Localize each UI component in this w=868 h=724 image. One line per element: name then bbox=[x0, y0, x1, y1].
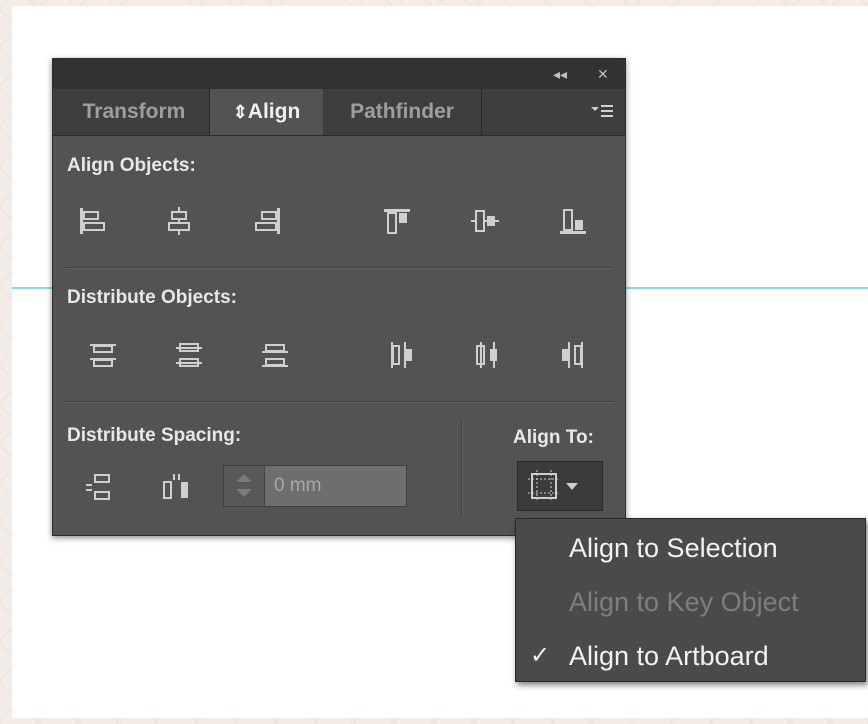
stepper-up-icon[interactable] bbox=[236, 474, 252, 482]
menu-item-align-to-key-object[interactable]: Align to Key Object bbox=[516, 575, 865, 629]
collapse-panel-icon[interactable]: ◂◂ bbox=[553, 65, 567, 83]
horizontal-align-center-icon[interactable] bbox=[157, 199, 201, 243]
align-to-dropdown-menu: Align to Selection Align to Key Object ✓… bbox=[515, 518, 866, 682]
vertical-align-bottom-icon[interactable] bbox=[551, 199, 595, 243]
align-objects-label: Align Objects: bbox=[67, 155, 196, 176]
distribute-objects-label: Distribute Objects: bbox=[67, 287, 237, 308]
align-to-label: Align To: bbox=[513, 427, 594, 448]
tab-align-label: Align bbox=[247, 100, 301, 123]
panel-menu-icon[interactable] bbox=[589, 101, 615, 126]
tab-order-icon: ⇕ bbox=[232, 102, 248, 122]
horizontal-distribute-right-icon[interactable] bbox=[551, 333, 595, 377]
tab-transform-label: Transform bbox=[82, 100, 186, 123]
menu-item-label: Align to Selection bbox=[569, 533, 778, 563]
align-to-button[interactable] bbox=[517, 461, 603, 511]
panel-tab-bar: Transform ⇕Align Pathfinder bbox=[53, 89, 625, 136]
align-to-artboard-icon bbox=[528, 470, 578, 502]
spacing-value-field[interactable]: 0 mm bbox=[223, 465, 407, 507]
menu-item-label: Align to Artboard bbox=[569, 641, 769, 671]
tab-align[interactable]: ⇕Align bbox=[210, 89, 323, 135]
align-panel: ◂◂ ✕ Transform ⇕Align Pathfinder Align O… bbox=[52, 58, 626, 536]
menu-item-align-to-selection[interactable]: Align to Selection bbox=[516, 521, 865, 575]
horizontal-distribute-center-icon[interactable] bbox=[465, 333, 509, 377]
horizontal-distribute-space-icon[interactable] bbox=[153, 465, 197, 509]
menu-item-label: Align to Key Object bbox=[569, 587, 799, 617]
spacing-stepper[interactable] bbox=[224, 466, 265, 506]
vertical-distribute-space-icon[interactable] bbox=[77, 465, 121, 509]
menu-item-align-to-artboard[interactable]: ✓ Align to Artboard bbox=[516, 629, 865, 683]
tab-pathfinder-label: Pathfinder bbox=[350, 100, 454, 123]
checkmark-icon: ✓ bbox=[530, 642, 551, 669]
vertical-align-center-icon[interactable] bbox=[463, 199, 507, 243]
panel-title-bar[interactable]: ◂◂ ✕ bbox=[53, 59, 625, 89]
distribute-spacing-label: Distribute Spacing: bbox=[67, 425, 242, 446]
vertical-distribute-center-icon[interactable] bbox=[167, 333, 211, 377]
horizontal-distribute-left-icon[interactable] bbox=[379, 333, 423, 377]
stepper-down-icon[interactable] bbox=[236, 489, 252, 497]
section-vertical-divider bbox=[461, 419, 463, 517]
horizontal-align-right-icon[interactable] bbox=[247, 199, 291, 243]
vertical-distribute-bottom-icon[interactable] bbox=[253, 333, 297, 377]
vertical-distribute-top-icon[interactable] bbox=[81, 333, 125, 377]
section-divider bbox=[65, 401, 613, 403]
horizontal-align-left-icon[interactable] bbox=[69, 199, 113, 243]
tab-separator bbox=[481, 89, 482, 135]
tab-pathfinder[interactable]: Pathfinder bbox=[323, 89, 481, 135]
spacing-value[interactable]: 0 mm bbox=[274, 466, 322, 506]
vertical-align-top-icon[interactable] bbox=[375, 199, 419, 243]
section-divider bbox=[65, 267, 613, 269]
close-panel-icon[interactable]: ✕ bbox=[597, 65, 609, 83]
tab-transform[interactable]: Transform bbox=[59, 89, 209, 135]
